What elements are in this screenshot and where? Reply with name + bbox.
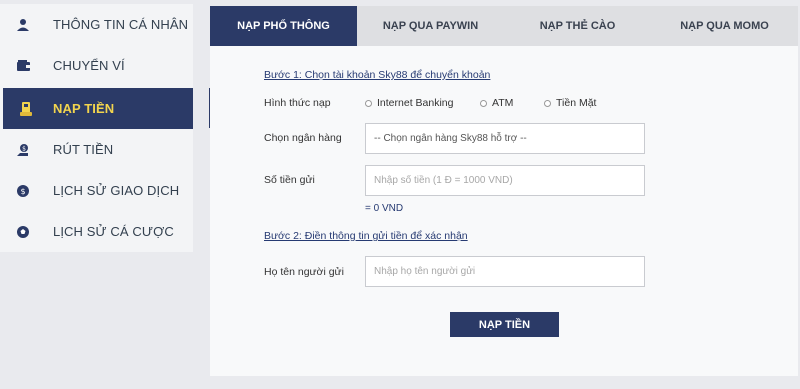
tab-card-deposit[interactable]: NẠP THẺ CÀO [504,6,651,46]
tab-paywin-deposit[interactable]: NẠP QUA PAYWIN [357,6,504,46]
sidebar-item-withdraw[interactable]: $ RÚT TIỀN [0,129,193,170]
sidebar-item-transaction-history[interactable]: $ LỊCH SỬ GIAO DỊCH [0,170,193,211]
amount-input[interactable] [365,165,645,196]
radio-label: Tiền Mặt [556,97,597,109]
sidebar-item-betting-history[interactable]: LỊCH SỬ CÁ CƯỢC [0,211,193,252]
radio-circle-icon [480,99,487,107]
svg-text:$: $ [20,187,25,196]
sidebar-item-label: NẠP TIỀN [53,101,115,116]
method-label: Hình thức nạp [264,97,331,109]
sender-name-label: Họ tên người gửi [264,266,344,278]
step2-heading: Bước 2: Điền thông tin gửi tiền để xác n… [264,230,468,242]
radio-atm[interactable]: ATM [480,97,513,109]
step1-heading: Bước 1: Chọn tài khoản Sky88 để chuyển k… [264,69,491,81]
sidebar-item-label: LỊCH SỬ GIAO DỊCH [53,183,180,198]
sidebar-item-deposit[interactable]: NẠP TIỀN [3,88,193,129]
radio-circle-icon [544,99,551,107]
sidebar-item-label: THÔNG TIN CÁ NHÂN [53,17,189,32]
amount-label: Số tiền gửi [264,174,315,186]
deposit-icon [17,100,35,118]
sidebar-item-label: RÚT TIỀN [53,142,114,157]
sender-name-input[interactable] [365,256,645,287]
radio-circle-icon [365,99,372,107]
wallet-icon [14,57,32,75]
deposit-tabs: NẠP PHỔ THÔNG NẠP QUA PAYWIN NẠP THẺ CÀO… [210,6,798,46]
tab-momo-deposit[interactable]: NẠP QUA MOMO [651,6,798,46]
radio-cash[interactable]: Tiền Mặt [544,97,596,109]
tab-standard-deposit[interactable]: NẠP PHỔ THÔNG [210,6,357,46]
bank-label: Chọn ngân hàng [264,132,342,144]
deposit-form-panel: Bước 1: Chọn tài khoản Sky88 để chuyển k… [210,46,798,376]
sidebar-item-label: LỊCH SỬ CÁ CƯỢC [53,224,174,239]
sidebar-item-personal-info[interactable]: THÔNG TIN CÁ NHÂN [0,4,193,45]
coin-icon: $ [14,182,32,200]
bank-select[interactable]: -- Chọn ngân hàng Sky88 hỗ trợ -- [365,123,645,154]
sidebar-item-transfer-wallet[interactable]: CHUYỂN VÍ [0,45,193,86]
deposit-submit-button[interactable]: NẠP TIỀN [450,312,559,337]
sidebar: THÔNG TIN CÁ NHÂN CHUYỂN VÍ NẠP TIỀN $ R… [0,4,193,252]
user-icon [14,16,32,34]
withdraw-icon: $ [14,141,32,159]
sidebar-item-label: CHUYỂN VÍ [53,58,125,73]
radio-internet-banking[interactable]: Internet Banking [365,97,453,109]
svg-text:$: $ [22,145,26,152]
amount-conversion: = 0 VND [365,203,404,214]
radio-label: Internet Banking [377,97,454,109]
soccer-ball-icon [14,223,32,241]
radio-label: ATM [492,97,514,109]
